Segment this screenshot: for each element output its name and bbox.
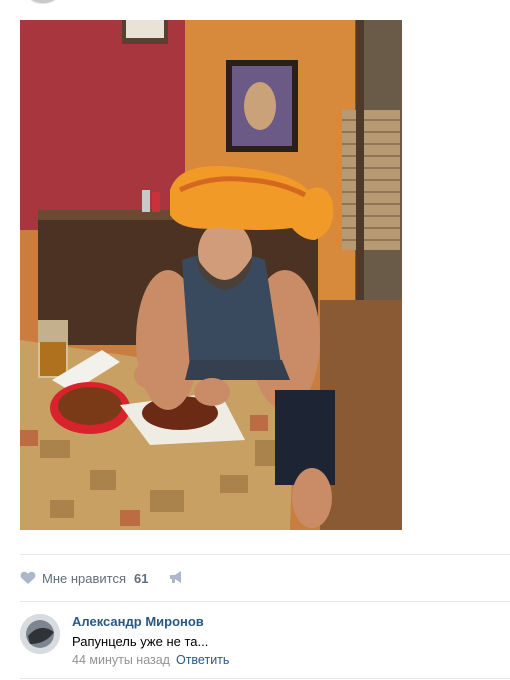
divider [20,678,510,679]
post-author-avatar[interactable] [28,0,58,4]
like-label: Мне нравится [42,570,127,586]
post-photo[interactable] [20,20,402,530]
comment-timestamp[interactable]: 44 минуты назад [72,653,170,667]
share-icon[interactable] [168,569,184,585]
comment-author-name[interactable]: Александр Миронов [72,614,204,629]
comment-meta: 44 минуты назад Ответить [72,653,229,667]
reply-button[interactable]: Ответить [176,653,229,667]
like-count: 61 [134,570,149,586]
post-photo-image [20,20,402,530]
divider [20,554,510,555]
heart-icon [20,571,36,584]
comment-author-avatar[interactable] [20,614,60,654]
avatar-image [20,614,60,654]
divider [20,601,510,602]
comment-text: Рапунцель уже не та... [72,634,209,649]
like-button[interactable]: Мне нравится 61 [20,568,148,588]
